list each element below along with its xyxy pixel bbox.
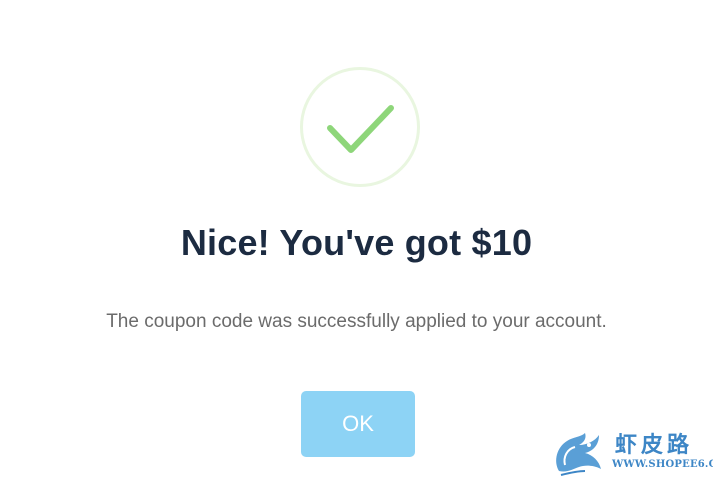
success-dialog: Nice! You've got $10 The coupon code was…	[0, 0, 713, 491]
watermark-name: 虾皮路	[615, 433, 694, 458]
watermark-url: WWW.SHOPEE6.COM	[612, 459, 713, 470]
dragon-logo-icon	[556, 433, 601, 476]
success-check-icon	[300, 67, 420, 187]
dialog-title: Nice! You've got $10	[180, 222, 533, 263]
ok-button[interactable]: OK	[301, 391, 415, 457]
watermark: 虾皮路 WWW.SHOPEE6.COM	[551, 425, 713, 480]
dialog-message: The coupon code was successfully applied…	[106, 311, 607, 332]
